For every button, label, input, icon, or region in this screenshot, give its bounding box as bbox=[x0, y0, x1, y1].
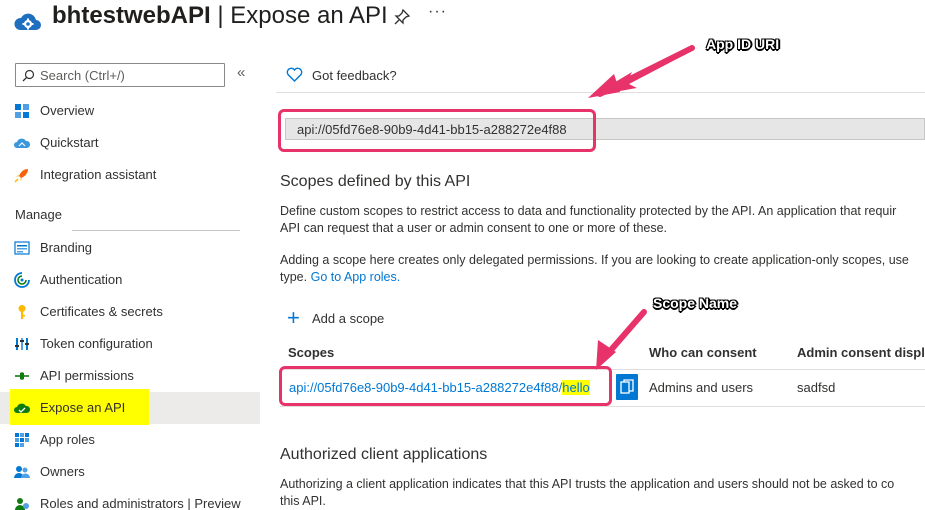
sidebar-item-roles-administrators[interactable]: Roles and administrators | Preview bbox=[0, 488, 260, 510]
branding-icon bbox=[14, 241, 30, 255]
sidebar-item-authentication[interactable]: Authentication bbox=[0, 264, 260, 296]
scopes-heading: Scopes defined by this API bbox=[280, 173, 471, 190]
copy-icon bbox=[620, 379, 634, 394]
go-to-app-roles-link[interactable]: Go to App roles. bbox=[311, 270, 401, 284]
expose-cloud-icon bbox=[14, 403, 30, 413]
scope-name-annotation: Scope Name bbox=[653, 295, 738, 311]
scopes-description-line-1: Define custom scopes to restrict access … bbox=[280, 204, 897, 218]
manage-section-label: Manage bbox=[15, 207, 62, 222]
overview-grid-icon bbox=[15, 104, 29, 118]
sidebar-item-label: Branding bbox=[40, 240, 93, 255]
app-id-uri-annotation: App ID URI bbox=[706, 36, 780, 52]
column-header-admin-consent-display: Admin consent displa bbox=[797, 345, 925, 360]
sidebar-item-label: Owners bbox=[40, 464, 85, 479]
sidebar-item-api-permissions[interactable]: API permissions bbox=[0, 360, 260, 392]
owners-icon bbox=[14, 466, 30, 478]
app-cloud-gear-icon bbox=[14, 13, 41, 30]
feedback-label: Got feedback? bbox=[312, 68, 397, 83]
sidebar-item-label: API permissions bbox=[40, 368, 134, 383]
sidebar-item-app-roles[interactable]: App roles bbox=[0, 424, 260, 456]
adding-description-line-1: Adding a scope here creates only delegat… bbox=[280, 253, 909, 267]
heart-icon bbox=[286, 67, 303, 82]
add-scope-label: Add a scope bbox=[312, 311, 385, 326]
pin-icon[interactable] bbox=[394, 9, 410, 25]
search-placeholder: Search (Ctrl+/) bbox=[40, 68, 125, 83]
sidebar-item-label: Roles and administrators | Preview bbox=[40, 496, 241, 510]
adding-description-line-2: type. Go to App roles. bbox=[280, 270, 401, 284]
table-row-divider bbox=[280, 406, 925, 407]
sidebar-item-token-configuration[interactable]: Token configuration bbox=[0, 328, 260, 360]
search-input[interactable]: Search (Ctrl+/) bbox=[15, 63, 225, 87]
column-header-who-can-consent: Who can consent bbox=[649, 345, 757, 360]
plus-icon: + bbox=[287, 305, 300, 330]
sidebar-item-label: Integration assistant bbox=[40, 167, 157, 182]
api-permissions-icon bbox=[15, 372, 29, 380]
sidebar-item-owners[interactable]: Owners bbox=[0, 456, 260, 488]
admin-consent-display-value: sadfsd bbox=[797, 380, 836, 395]
cloud-icon bbox=[14, 138, 30, 148]
who-can-consent-value: Admins and users bbox=[649, 380, 754, 395]
app-id-arrow bbox=[588, 45, 695, 98]
sidebar-item-label: Overview bbox=[40, 103, 95, 118]
app-id-annotation-box bbox=[278, 109, 596, 152]
search-icon bbox=[22, 69, 35, 82]
sidebar-item-label: Expose an API bbox=[40, 400, 126, 415]
sidebar-item-label: Certificates & secrets bbox=[40, 304, 163, 319]
roles-admin-icon bbox=[15, 498, 29, 510]
sidebar-item-label: Authentication bbox=[40, 272, 123, 287]
sidebar-item-integration-assistant[interactable]: Integration assistant bbox=[0, 159, 260, 191]
page-header: bhtestwebAPI | Expose an API ··· bbox=[0, 0, 925, 40]
token-bars-icon bbox=[15, 338, 29, 350]
scope-name-arrow bbox=[596, 309, 647, 370]
more-options-icon[interactable]: ··· bbox=[428, 3, 447, 21]
sidebar-item-certificates-secrets[interactable]: Certificates & secrets bbox=[0, 296, 260, 328]
authorized-clients-description-line-2: this API. bbox=[280, 494, 326, 508]
toolbar-divider bbox=[276, 92, 925, 93]
copy-button[interactable] bbox=[616, 374, 638, 400]
page-title: bhtestwebAPI | Expose an API bbox=[52, 2, 388, 29]
sidebar-item-label: Quickstart bbox=[40, 135, 99, 150]
authorized-clients-description-line-1: Authorizing a client application indicat… bbox=[280, 477, 895, 491]
collapse-sidebar-icon[interactable]: « bbox=[237, 64, 245, 81]
key-icon bbox=[18, 305, 26, 319]
sidebar-item-label: Token configuration bbox=[40, 336, 153, 351]
sidebar-item-branding[interactable]: Branding bbox=[0, 232, 260, 264]
authorized-clients-heading: Authorized client applications bbox=[280, 446, 488, 463]
sidebar-item-expose-an-api-content[interactable]: Expose an API bbox=[0, 392, 260, 424]
authentication-icon bbox=[14, 272, 30, 288]
section-divider bbox=[72, 230, 240, 231]
sidebar-item-label: App roles bbox=[40, 432, 95, 447]
scopes-description-line-2: API can request that a user or admin con… bbox=[280, 221, 668, 235]
rocket-icon bbox=[14, 169, 28, 183]
column-header-scopes: Scopes bbox=[288, 345, 335, 360]
scope-annotation-box bbox=[279, 366, 612, 406]
sidebar-item-quickstart[interactable]: Quickstart bbox=[0, 127, 260, 159]
app-roles-grid-icon bbox=[15, 433, 29, 447]
sidebar-item-overview[interactable]: Overview bbox=[0, 95, 260, 127]
